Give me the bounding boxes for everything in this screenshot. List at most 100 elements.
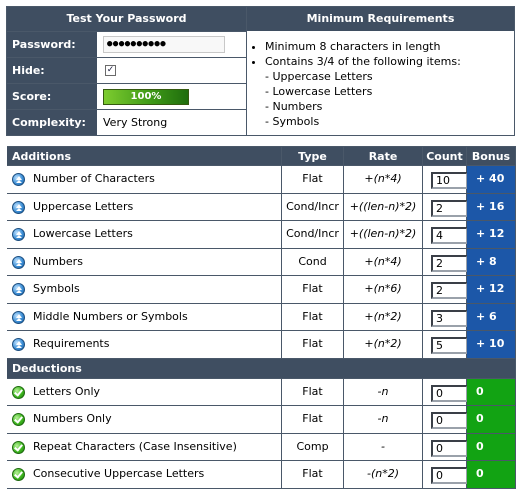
row-rate: -n [344, 378, 423, 406]
row-type: Flat [282, 406, 344, 434]
test-password-title: Test Your Password [7, 7, 246, 31]
row-bonus: + 8 [467, 248, 516, 276]
row-bonus: + 12 [467, 276, 516, 304]
count-field[interactable]: 0 [431, 467, 468, 484]
password-input[interactable]: ●●●●●●●●●● [103, 36, 225, 53]
row-type: Cond [282, 248, 344, 276]
row-name: Uppercase Letters [33, 199, 134, 213]
header-additions: Additions [7, 147, 282, 166]
table-row: Letters Only Flat -n 0 0 [7, 378, 516, 406]
table-row: Numbers Cond +(n*4) 2 + 8 [7, 248, 516, 276]
row-name-cell: Number of Characters [7, 166, 282, 194]
row-name: Requirements [33, 337, 110, 350]
row-type: Flat [282, 276, 344, 304]
row-type: Flat [282, 378, 344, 406]
row-rate: - [344, 433, 423, 461]
table-row: Uppercase Letters Cond/Incr +((len-n)*2) 2 +… [7, 193, 516, 221]
count-field[interactable]: 10 [431, 172, 468, 189]
complexity-label: Complexity: [7, 110, 97, 135]
row-bonus: + 10 [467, 331, 516, 359]
row-type: Flat [282, 461, 344, 489]
row-name: Numbers Only [33, 412, 112, 425]
table-row: Consecutive Uppercase Letters Flat -(n*2) 0… [7, 461, 516, 489]
row-bonus: 0 [467, 461, 516, 489]
password-value-cell: ●●●●●●●●●● [97, 32, 246, 57]
table-row: Symbols Flat +(n*6) 2 + 12 [7, 276, 516, 304]
row-type: Comp [282, 433, 344, 461]
count-field[interactable]: 0 [431, 439, 468, 457]
row-name-cell: Uppercase Letters [7, 193, 282, 221]
row-rate: +((len-n)*2) [344, 221, 423, 249]
score-value-cell: 100% [97, 84, 246, 109]
complexity-row: Complexity: Very Strong [7, 109, 246, 135]
count-field[interactable]: 2 [431, 254, 468, 272]
row-name-cell: Requirements [7, 331, 282, 359]
arrow-up-icon [12, 200, 25, 214]
password-row: Password: ●●●●●●●●●● [7, 31, 246, 57]
row-count-cell: 0 [423, 461, 468, 489]
table-row: Requirements Flat +(n*2) 5 + 10 [7, 331, 516, 359]
row-name: Middle Numbers or Symbols [33, 309, 188, 323]
check-icon [12, 468, 25, 481]
requirements-list: Minimum 8 characters in length Contains … [247, 31, 514, 129]
count-field[interactable]: 0 [431, 384, 468, 402]
hide-checkbox[interactable]: ✓ [105, 65, 116, 76]
hide-label: Hide: [7, 58, 97, 83]
row-type: Cond/Incr [282, 193, 344, 221]
row-count-cell: 2 [423, 276, 468, 304]
deductions-label: Deductions [7, 358, 516, 379]
row-count-cell: 0 [423, 433, 468, 461]
table-row: Number of Characters Flat +(n*4) 10 + 40 [7, 166, 516, 194]
row-count-cell: 4 [423, 221, 468, 249]
requirements-title: Minimum Requirements [247, 7, 514, 31]
count-field[interactable]: 2 [431, 199, 468, 217]
row-bonus: 0 [467, 433, 516, 461]
count-field[interactable]: 4 [431, 227, 468, 244]
row-name-cell: Lowercase Letters [7, 221, 282, 249]
requirement-subitem: - Symbols [265, 115, 320, 128]
deductions-section-header: Deductions [7, 358, 516, 379]
hide-value-cell: ✓ [97, 58, 246, 83]
check-icon [12, 440, 25, 454]
row-count-cell: 2 [423, 248, 468, 276]
score-row: Score: 100% [7, 83, 246, 109]
row-rate: +((len-n)*2) [344, 193, 423, 221]
row-bonus: + 6 [467, 303, 516, 331]
count-field[interactable]: 5 [431, 337, 468, 354]
row-name: Symbols [33, 282, 80, 295]
table-row: Middle Numbers or Symbols Flat +(n*2) 3 + 6 [7, 303, 516, 331]
row-name-cell: Letters Only [7, 378, 282, 406]
row-bonus: + 40 [467, 166, 516, 194]
arrow-up-icon [12, 283, 25, 296]
requirement-subitem: - Lowercase Letters [265, 85, 373, 98]
check-icon [12, 385, 25, 399]
check-icon [12, 413, 25, 426]
arrow-up-icon [12, 338, 25, 351]
requirement-subitem: - Uppercase Letters [265, 70, 373, 83]
row-name-cell: Numbers [7, 248, 282, 276]
row-name: Consecutive Uppercase Letters [33, 467, 205, 480]
row-type: Flat [282, 303, 344, 331]
score-label: Score: [7, 84, 97, 109]
header-rate: Rate [344, 147, 423, 166]
row-rate: +(n*6) [344, 276, 423, 304]
row-name-cell: Middle Numbers or Symbols [7, 303, 282, 331]
table-row: Repeat Characters (Case Insensitive) Comp… [7, 433, 516, 461]
row-rate: -(n*2) [344, 461, 423, 489]
password-meter: Test Your Password Password: ●●●●●●●●●● … [0, 0, 520, 489]
count-field[interactable]: 3 [431, 309, 468, 327]
row-name-cell: Consecutive Uppercase Letters [7, 461, 282, 489]
row-type: Cond/Incr [282, 221, 344, 249]
arrow-up-icon [12, 173, 25, 186]
count-field[interactable]: 2 [431, 282, 468, 299]
count-field[interactable]: 0 [431, 412, 468, 429]
table-header: Additions Type Rate Count Bonus [7, 146, 516, 166]
table-row: Numbers Only Flat -n 0 0 [7, 406, 516, 434]
top-panel: Test Your Password Password: ●●●●●●●●●● … [6, 6, 515, 136]
row-type: Flat [282, 166, 344, 194]
row-bonus: + 16 [467, 193, 516, 221]
row-name: Numbers [33, 254, 83, 268]
table-row: Lowercase Letters Cond/Incr +((len-n)*2) 4 +… [7, 221, 516, 249]
score-bar: 100% [103, 89, 189, 105]
test-password-panel: Test Your Password Password: ●●●●●●●●●● … [7, 7, 246, 135]
